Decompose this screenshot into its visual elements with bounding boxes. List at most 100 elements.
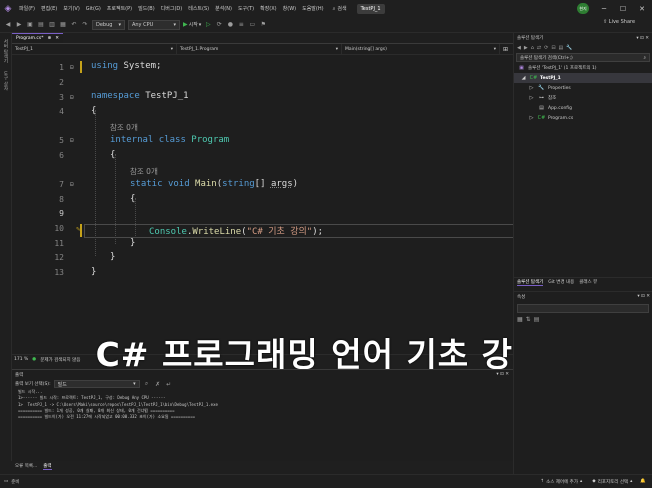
save-icon[interactable]: ▥ — [48, 21, 56, 29]
solution-explorer-search-input[interactable]: 솔루션 탐색기 검색(Ctrl+;) ⌕ — [516, 53, 650, 62]
undo-icon[interactable]: ↶ — [70, 21, 78, 29]
maximize-icon[interactable]: ☐ — [613, 0, 633, 17]
split-icon[interactable]: ⊞ — [500, 46, 508, 53]
panel-controls-icon[interactable]: ▾ ⊡ ✕ — [637, 294, 650, 299]
menu-help[interactable]: 도움말(H) — [299, 5, 326, 12]
show-all-files-icon[interactable]: ▤ — [559, 45, 564, 51]
home-icon[interactable]: ⌂ — [531, 45, 534, 51]
menu-extensions[interactable]: 확장(X) — [257, 5, 280, 12]
expand-icon[interactable]: ◢ — [520, 75, 527, 82]
menu-git[interactable]: Git(G) — [83, 6, 104, 12]
start-without-debugging-icon[interactable]: ▷ — [204, 21, 212, 29]
menu-file[interactable]: 파일(F) — [16, 5, 38, 12]
code-editor[interactable]: ⊟ ⊟ ⊟ ⊟ 1 2 3 4 5 6 7 8 9 10 11 12 13 us… — [12, 56, 514, 354]
breakpoint-icon[interactable]: ● — [226, 21, 234, 29]
format-icon[interactable]: ≡ — [237, 21, 245, 29]
menu-analyze[interactable]: 분석(N) — [212, 5, 235, 12]
hot-reload-icon[interactable]: ⟳ — [215, 21, 223, 29]
zoom-level[interactable]: 171 % — [14, 357, 28, 362]
categorized-icon[interactable]: ▦ — [517, 316, 523, 323]
collapse-arrow-icon[interactable]: ▷ — [528, 85, 535, 92]
back-icon[interactable]: ◀ — [4, 21, 12, 29]
tree-item-project[interactable]: ◢ C# TestPJ_1 — [514, 73, 652, 83]
menu-edit[interactable]: 편집(E) — [38, 5, 60, 12]
menu-build[interactable]: 빌드(B) — [135, 5, 158, 12]
tab-solution-explorer[interactable]: 솔루션 탐색기 — [517, 279, 544, 286]
output-source-select[interactable]: 빌드 ▾ — [53, 380, 140, 388]
properties-object-select[interactable] — [517, 304, 649, 313]
redo-icon[interactable]: ↷ — [81, 21, 89, 29]
fold-toggle-icon[interactable]: ⊟ — [70, 64, 74, 71]
line-number: 13 — [54, 268, 64, 277]
comment-icon[interactable]: ▭ — [248, 21, 256, 29]
tab-class-view[interactable]: 클래스 뷰 — [579, 279, 597, 285]
word-wrap-icon[interactable]: ↵ — [165, 380, 173, 388]
panel-controls-icon[interactable]: ▾ ⊡ ✕ — [496, 372, 509, 377]
start-button[interactable]: ▶ 시작 ▾ — [183, 21, 201, 28]
menu-debug[interactable]: 디버그(D) — [158, 5, 186, 12]
sync-icon[interactable]: ⟳ — [544, 45, 548, 51]
toolbox-tab[interactable]: 도구 상자 — [2, 71, 8, 90]
reference-lens[interactable]: 참조 0개 — [130, 166, 158, 177]
clear-all-icon[interactable]: ✗ — [154, 380, 162, 388]
menu-test[interactable]: 테스트(S) — [185, 5, 212, 12]
close-icon[interactable]: ✕ — [55, 36, 59, 41]
menu-bar: ◈ 파일(F) 편집(E) 보기(V) Git(G) 프로젝트(P) 빌드(B)… — [0, 0, 652, 17]
avatar[interactable]: 현지 — [577, 3, 589, 14]
tree-item-app-config[interactable]: ▤ App.config — [514, 103, 652, 113]
fold-toggle-icon[interactable]: ⊟ — [70, 181, 74, 188]
notifications-icon[interactable]: 🔔 — [640, 479, 652, 484]
minimize-icon[interactable]: ─ — [594, 0, 614, 17]
tree-item-program-cs[interactable]: ▷ C# Program.cs — [514, 113, 652, 123]
source-control-button[interactable]: ↑ 소스 제어에 추가 ▴ — [540, 479, 582, 485]
alphabetical-icon[interactable]: ⇅ — [526, 316, 531, 323]
back-icon[interactable]: ◀ — [517, 45, 521, 51]
tree-item-solution[interactable]: ▣ 솔루션 'TestPJ_1' (1 프로젝트의 1) — [514, 63, 652, 73]
switch-views-icon[interactable]: ⇄ — [537, 45, 541, 51]
search-box[interactable]: ⌕ 검색 — [333, 5, 347, 13]
fold-toggle-icon[interactable]: ⊟ — [70, 137, 74, 144]
live-share-button[interactable]: ⇪ Live Share — [603, 19, 635, 25]
panel-controls-icon[interactable]: ▾ ⊡ ✕ — [636, 36, 649, 41]
find-icon[interactable]: ⌕ — [143, 380, 151, 388]
start-label: 시작 — [188, 22, 198, 28]
quick-action-icon[interactable]: ✎ — [76, 225, 80, 233]
tab-git-changes[interactable]: Git 변경 내용 — [548, 279, 574, 285]
menu-view[interactable]: 보기(V) — [60, 5, 83, 12]
collapse-all-icon[interactable]: ⊟ — [551, 45, 555, 51]
repository-button[interactable]: ◆ 리포지토리 선택 ▴ — [592, 479, 632, 485]
pin-icon[interactable]: ⊕ — [48, 36, 52, 41]
keyword-string: string — [222, 179, 255, 189]
new-item-icon[interactable]: ▣ — [26, 21, 34, 29]
search-icon: ⌕ — [643, 55, 646, 61]
menu-project[interactable]: 프로젝트(P) — [104, 5, 135, 12]
tab-error-list[interactable]: 오류 목록... — [15, 463, 37, 469]
close-icon[interactable]: ✕ — [632, 0, 652, 17]
visual-studio-logo-icon[interactable]: ◈ — [0, 0, 16, 17]
property-pages-icon[interactable]: ▤ — [534, 316, 540, 323]
platform-select[interactable]: Any CPU ▾ — [127, 19, 180, 30]
menu-window[interactable]: 창(W) — [280, 5, 299, 12]
forward-icon[interactable]: ▶ — [15, 21, 23, 29]
save-all-icon[interactable]: ▦ — [59, 21, 67, 29]
fold-toggle-icon[interactable]: ⊟ — [70, 94, 74, 101]
open-icon[interactable]: ▤ — [37, 21, 45, 29]
server-explorer-tab[interactable]: 서버 탐색기 — [2, 39, 8, 63]
arrow-up-icon: ↑ — [540, 478, 545, 484]
bookmark-icon[interactable]: ⚑ — [259, 21, 267, 29]
project-nav-select[interactable]: TestPJ_1 ▾ — [12, 44, 177, 54]
configuration-select[interactable]: Debug ▾ — [92, 19, 125, 30]
tab-program-cs[interactable]: Program.cs* ⊕ ✕ — [12, 33, 64, 43]
tab-output[interactable]: 출력 — [43, 463, 52, 470]
member-nav-select[interactable]: Main(string[] args) ▾ — [342, 44, 500, 54]
properties-icon[interactable]: 🔧 — [566, 45, 572, 51]
tree-item-properties[interactable]: ▷ 🔧 Properties — [514, 83, 652, 93]
reference-lens[interactable]: 참조 0개 — [110, 122, 138, 133]
forward-icon[interactable]: ▶ — [524, 45, 528, 51]
collapse-arrow-icon[interactable]: ▷ — [528, 115, 535, 122]
tree-item-references[interactable]: ▷ ⊶ 참조 — [514, 93, 652, 103]
collapse-arrow-icon[interactable]: ▷ — [528, 95, 535, 102]
type-nav-select[interactable]: TestPJ_1.Program ▾ — [177, 44, 342, 54]
menu-tools[interactable]: 도구(T) — [235, 5, 257, 12]
keyword-void: void — [167, 179, 190, 189]
